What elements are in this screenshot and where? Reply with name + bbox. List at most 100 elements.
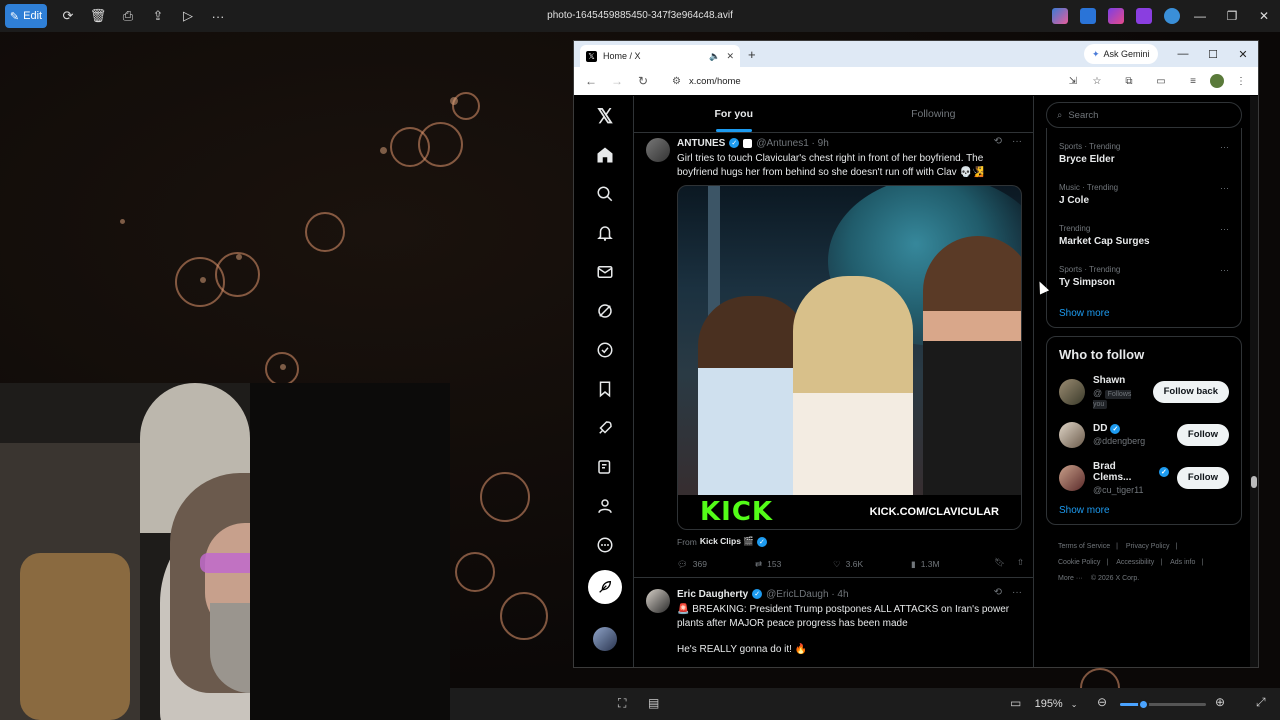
cookie-link[interactable]: Cookie Policy: [1058, 559, 1100, 566]
accessibility-link[interactable]: Accessibility: [1116, 559, 1154, 566]
purple-app-icon[interactable]: [1136, 8, 1152, 24]
tweet[interactable]: ⟲ ··· ANTUNES ✓ @Antunes1 · 9h Girl trie…: [634, 136, 1034, 571]
avatar[interactable]: [1059, 464, 1085, 491]
tab-for-you[interactable]: For you: [634, 96, 834, 132]
more-link[interactable]: More ···: [1058, 575, 1083, 582]
more-icon[interactable]: ···: [1220, 142, 1229, 152]
follow-suggestion[interactable]: Shawn @ Follows you Follow back: [1047, 370, 1241, 413]
verified-check-icon[interactable]: [593, 338, 617, 362]
minimize-icon[interactable]: —: [1184, 0, 1216, 32]
delete-icon[interactable]: 🗑: [83, 4, 113, 28]
install-icon[interactable]: ⇲: [1066, 74, 1080, 88]
author-name[interactable]: Eric Daugherty: [677, 589, 748, 600]
suggestion-name[interactable]: Shawn: [1093, 375, 1145, 386]
follow-back-button[interactable]: Follow back: [1152, 380, 1229, 403]
profile-icon[interactable]: [593, 494, 617, 518]
follow-suggestion[interactable]: Brad Clems... ✓ @cu_tiger11 Follow: [1047, 456, 1241, 499]
views-button[interactable]: ▮ 1.3M: [911, 557, 989, 571]
home-icon[interactable]: [593, 143, 617, 167]
account-avatar[interactable]: [593, 627, 617, 651]
share-icon[interactable]: ⇪: [143, 4, 173, 28]
scan-text-icon[interactable]: ▤: [648, 696, 659, 710]
more-circle-icon[interactable]: [593, 533, 617, 557]
x-logo-icon[interactable]: 𝕏: [593, 104, 617, 128]
zoom-out-icon[interactable]: ⊖: [1097, 695, 1107, 709]
tweet[interactable]: ⟲ ··· Eric Daugherty ✓ @EricLDaugh · 4h …: [634, 587, 1034, 657]
rocket-icon[interactable]: [593, 416, 617, 440]
address-bar[interactable]: ⚙ x.com/home: [666, 70, 1062, 92]
expand-icon[interactable]: ⤢: [1256, 695, 1266, 710]
tab-home-x[interactable]: 𝕏 Home / X 🔈 ✕: [580, 45, 740, 67]
site-info-icon[interactable]: ⚙: [672, 76, 681, 87]
rotate-icon[interactable]: ⟳: [53, 4, 83, 28]
messages-envelope-icon[interactable]: [593, 260, 617, 284]
back-icon[interactable]: ←: [580, 70, 602, 92]
more-icon[interactable]: ···: [1012, 136, 1022, 147]
follow-suggestion[interactable]: DD ✓ @ddengberg Follow: [1047, 413, 1241, 456]
media-icon[interactable]: ≡: [1186, 74, 1200, 88]
from-source-link[interactable]: Kick Clips 🎬: [700, 536, 754, 547]
edit-button[interactable]: ✎ Edit: [5, 4, 47, 28]
more-options-icon[interactable]: ···: [203, 4, 233, 28]
zoom-dropdown[interactable]: 195% ⌄: [1028, 692, 1084, 716]
bookmark-star-icon[interactable]: ☆: [1090, 74, 1104, 88]
explore-search-icon[interactable]: [593, 182, 617, 206]
terms-link[interactable]: Terms of Service: [1058, 543, 1110, 550]
designer-icon[interactable]: [1080, 8, 1096, 24]
speaker-icon[interactable]: 🔈: [709, 51, 720, 62]
zoom-in-icon[interactable]: ⊕: [1215, 695, 1225, 709]
articles-edit-icon[interactable]: [593, 455, 617, 479]
print-icon[interactable]: ⎙: [113, 4, 143, 28]
maximize-icon[interactable]: ☐: [1198, 41, 1228, 67]
restore-icon[interactable]: ❐: [1216, 0, 1248, 32]
reply-button[interactable]: 💬︎ 369: [677, 557, 755, 571]
menu-icon[interactable]: ⋮: [1234, 74, 1248, 88]
grok-icon[interactable]: ⟲: [994, 136, 1002, 147]
author-handle[interactable]: @EricLDaugh · 4h: [766, 589, 848, 600]
avatar[interactable]: [646, 138, 670, 162]
close-icon[interactable]: ✕: [1228, 41, 1258, 67]
close-icon[interactable]: ✕: [1248, 0, 1280, 32]
trend-item[interactable]: Music · Trending J Cole ···: [1047, 179, 1241, 220]
cloud-icon[interactable]: [1164, 8, 1180, 24]
show-more-link[interactable]: Show more: [1047, 302, 1241, 319]
scrollbar[interactable]: [1250, 96, 1258, 667]
scrollbar-thumb[interactable]: [1251, 476, 1257, 488]
ask-gemini-button[interactable]: ✦ Ask Gemini: [1084, 44, 1158, 64]
aspect-icon[interactable]: ▭: [1010, 696, 1021, 710]
new-tab-button[interactable]: +: [748, 47, 756, 62]
close-tab-icon[interactable]: ✕: [726, 51, 734, 62]
grok-icon[interactable]: ⟲: [994, 587, 1002, 598]
sidebar-icon[interactable]: ▭: [1154, 74, 1168, 88]
fit-screen-icon[interactable]: ⛶: [618, 696, 626, 711]
more-icon[interactable]: ···: [1220, 183, 1229, 193]
show-more-link[interactable]: Show more: [1047, 499, 1241, 516]
author-handle[interactable]: @Antunes1 · 9h: [756, 138, 828, 149]
clipchamp-icon[interactable]: [1108, 8, 1124, 24]
copilot-icon[interactable]: [1052, 8, 1068, 24]
share-icon[interactable]: ⇧: [1017, 557, 1024, 568]
compose-post-button[interactable]: [588, 570, 622, 604]
suggestion-name[interactable]: DD: [1093, 423, 1107, 434]
follow-button[interactable]: Follow: [1176, 466, 1229, 489]
author-name[interactable]: ANTUNES: [677, 138, 725, 149]
slideshow-icon[interactable]: ▷: [173, 4, 203, 28]
forward-icon[interactable]: →: [606, 70, 628, 92]
trend-item[interactable]: Trending Market Cap Surges ···: [1047, 220, 1241, 261]
zoom-slider-knob[interactable]: [1138, 699, 1149, 710]
tweet-video[interactable]: KICK KICK.COM/CLAVICULAR: [677, 185, 1022, 530]
bookmarks-icon[interactable]: [593, 377, 617, 401]
ads-info-link[interactable]: Ads info: [1170, 559, 1195, 566]
grok-icon[interactable]: [593, 299, 617, 323]
more-icon[interactable]: ···: [1220, 265, 1229, 275]
avatar[interactable]: [646, 589, 670, 613]
tab-following[interactable]: Following: [834, 96, 1034, 132]
profile-avatar[interactable]: [1210, 74, 1224, 88]
follow-button[interactable]: Follow: [1176, 423, 1229, 446]
bookmark-icon[interactable]: 🔖︎: [994, 557, 1005, 568]
repost-button[interactable]: ⇄ 153: [755, 557, 833, 571]
trend-item[interactable]: Sports · Trending Ty Simpson ···: [1047, 261, 1241, 302]
reload-icon[interactable]: ↻: [632, 70, 654, 92]
trend-item[interactable]: Sports · Trending Bryce Elder ···: [1047, 138, 1241, 179]
more-icon[interactable]: ···: [1220, 224, 1229, 234]
